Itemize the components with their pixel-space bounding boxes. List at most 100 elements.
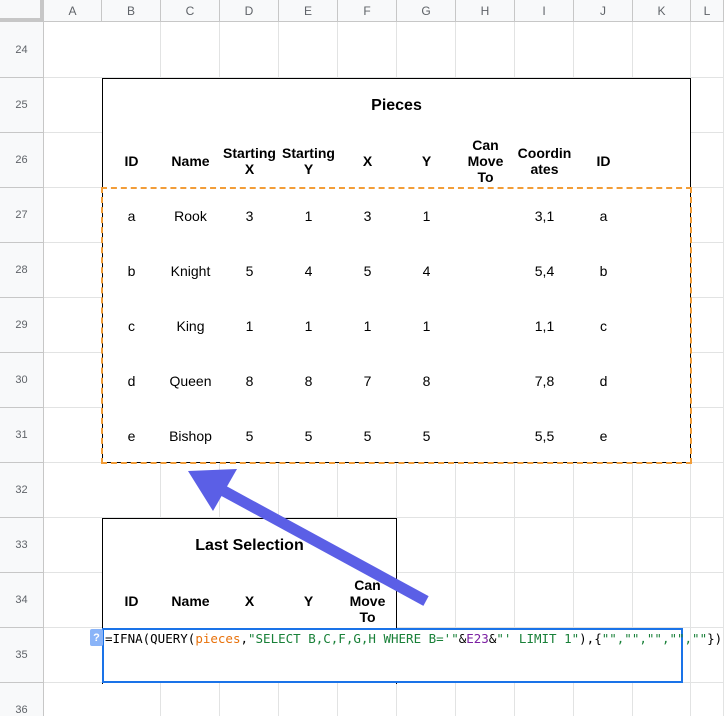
- pieces-cell[interactable]: 8: [279, 353, 338, 408]
- formula-token: =IFNA(QUERY(: [105, 631, 196, 646]
- formula-text[interactable]: =IFNA(QUERY(pieces,"SELECT B,C,F,G,H WHE…: [105, 631, 722, 646]
- pieces-header-cell[interactable]: Starting X: [220, 133, 279, 188]
- select-all-corner[interactable]: [0, 0, 44, 22]
- pieces-cell[interactable]: 7: [338, 353, 397, 408]
- pieces-cell[interactable]: 5: [397, 408, 456, 463]
- column-header-b[interactable]: B: [102, 0, 161, 22]
- formula-token: "' LIMIT 1": [496, 631, 580, 646]
- row-header-28[interactable]: 28: [0, 243, 44, 298]
- pieces-table-title[interactable]: Pieces: [102, 78, 691, 133]
- pieces-cell[interactable]: 5: [220, 408, 279, 463]
- cell-formula-editor[interactable]: =IFNA(QUERY(pieces,"SELECT B,C,F,G,H WHE…: [102, 628, 722, 683]
- pieces-cell[interactable]: c: [574, 298, 633, 353]
- spreadsheet-grid[interactable]: ABCDEFGHIJKL 24 25 26 27 28 29 30 31 32 33 34 35 36 …: [0, 0, 724, 716]
- pieces-cell[interactable]: e: [102, 408, 161, 463]
- formula-token: }): [707, 631, 723, 646]
- pieces-header-cell[interactable]: Starting Y: [279, 133, 338, 188]
- last-selection-header-cell[interactable]: ID: [102, 573, 161, 628]
- pieces-cell[interactable]: 5: [279, 408, 338, 463]
- formula-help-icon[interactable]: ?: [90, 629, 103, 646]
- row-header-30[interactable]: 30: [0, 353, 44, 408]
- pieces-cell[interactable]: b: [102, 243, 161, 298]
- pieces-header-cell[interactable]: ID: [574, 133, 633, 188]
- last-selection-table-title[interactable]: Last Selection: [102, 518, 397, 573]
- pieces-cell[interactable]: 4: [397, 243, 456, 298]
- pieces-cell[interactable]: 5: [220, 243, 279, 298]
- pieces-cell[interactable]: a: [574, 188, 633, 243]
- pieces-cell[interactable]: c: [102, 298, 161, 353]
- row-header-33[interactable]: 33: [0, 518, 44, 573]
- last-selection-header-cell[interactable]: Name: [161, 573, 220, 628]
- pieces-cell[interactable]: d: [102, 353, 161, 408]
- pieces-cell[interactable]: [456, 243, 515, 298]
- row-header-25[interactable]: 25: [0, 78, 44, 133]
- pieces-cell[interactable]: [456, 298, 515, 353]
- pieces-cell[interactable]: 3: [338, 188, 397, 243]
- last-selection-header-cell[interactable]: Can Move To: [338, 573, 397, 628]
- pieces-header-cell[interactable]: Y: [397, 133, 456, 188]
- column-header-a[interactable]: A: [44, 0, 102, 22]
- pieces-header-cell[interactable]: Coordin ates: [515, 133, 574, 188]
- pieces-cell[interactable]: 1: [279, 188, 338, 243]
- pieces-cell[interactable]: 1: [397, 188, 456, 243]
- last-selection-header-cell[interactable]: Y: [279, 573, 338, 628]
- pieces-cell[interactable]: a: [102, 188, 161, 243]
- row-header-26[interactable]: 26: [0, 133, 44, 188]
- formula-token: ,: [240, 631, 248, 646]
- pieces-cell[interactable]: 8: [220, 353, 279, 408]
- row-header-34[interactable]: 34: [0, 573, 44, 628]
- column-header-l[interactable]: L: [691, 0, 724, 22]
- column-header-k[interactable]: K: [633, 0, 691, 22]
- pieces-cell[interactable]: 1: [220, 298, 279, 353]
- pieces-cell[interactable]: 1: [338, 298, 397, 353]
- pieces-cell[interactable]: 8: [397, 353, 456, 408]
- pieces-cell[interactable]: [456, 408, 515, 463]
- pieces-cell[interactable]: Bishop: [161, 408, 220, 463]
- column-header-j[interactable]: J: [574, 0, 633, 22]
- arrow-head: [188, 469, 237, 511]
- row-header-27[interactable]: 27: [0, 188, 44, 243]
- pieces-cell[interactable]: 1,1: [515, 298, 574, 353]
- pieces-cell[interactable]: d: [574, 353, 633, 408]
- pieces-cell[interactable]: b: [574, 243, 633, 298]
- pieces-cell[interactable]: [456, 353, 515, 408]
- pieces-cell[interactable]: 3: [220, 188, 279, 243]
- row-header-31[interactable]: 31: [0, 408, 44, 463]
- pieces-cell[interactable]: 3,1: [515, 188, 574, 243]
- formula-token: E23: [466, 631, 489, 646]
- pieces-cell[interactable]: e: [574, 408, 633, 463]
- pieces-cell[interactable]: 7,8: [515, 353, 574, 408]
- pieces-cell[interactable]: [456, 188, 515, 243]
- formula-token: ),{: [579, 631, 602, 646]
- column-header-g[interactable]: G: [397, 0, 456, 22]
- column-header-c[interactable]: C: [161, 0, 220, 22]
- pieces-cell[interactable]: Knight: [161, 243, 220, 298]
- column-header-h[interactable]: H: [456, 0, 515, 22]
- pieces-header-cell[interactable]: Name: [161, 133, 220, 188]
- pieces-cell[interactable]: 5,5: [515, 408, 574, 463]
- pieces-header-cell[interactable]: X: [338, 133, 397, 188]
- pieces-cell[interactable]: 5: [338, 243, 397, 298]
- pieces-header-cell[interactable]: ID: [102, 133, 161, 188]
- pieces-cell[interactable]: 1: [279, 298, 338, 353]
- column-header-e[interactable]: E: [279, 0, 338, 22]
- pieces-cell[interactable]: 5: [338, 408, 397, 463]
- pieces-cell[interactable]: 5,4: [515, 243, 574, 298]
- pieces-cell[interactable]: 4: [279, 243, 338, 298]
- row-header-35[interactable]: 35: [0, 628, 44, 683]
- formula-token: "","","","","": [601, 631, 708, 646]
- row-header-29[interactable]: 29: [0, 298, 44, 353]
- pieces-cell[interactable]: 1: [397, 298, 456, 353]
- pieces-cell[interactable]: King: [161, 298, 220, 353]
- last-selection-header-cell[interactable]: X: [220, 573, 279, 628]
- row-header-32[interactable]: 32: [0, 463, 44, 518]
- row-header-36[interactable]: 36: [0, 683, 44, 716]
- column-header-d[interactable]: D: [220, 0, 279, 22]
- pieces-cell[interactable]: Queen: [161, 353, 220, 408]
- column-header-f[interactable]: F: [338, 0, 397, 22]
- formula-token: "SELECT B,C,F,G,H WHERE B='": [248, 631, 459, 646]
- pieces-cell[interactable]: Rook: [161, 188, 220, 243]
- column-header-i[interactable]: I: [515, 0, 574, 22]
- row-header-24[interactable]: 24: [0, 22, 44, 78]
- pieces-header-cell[interactable]: Can Move To: [456, 133, 515, 188]
